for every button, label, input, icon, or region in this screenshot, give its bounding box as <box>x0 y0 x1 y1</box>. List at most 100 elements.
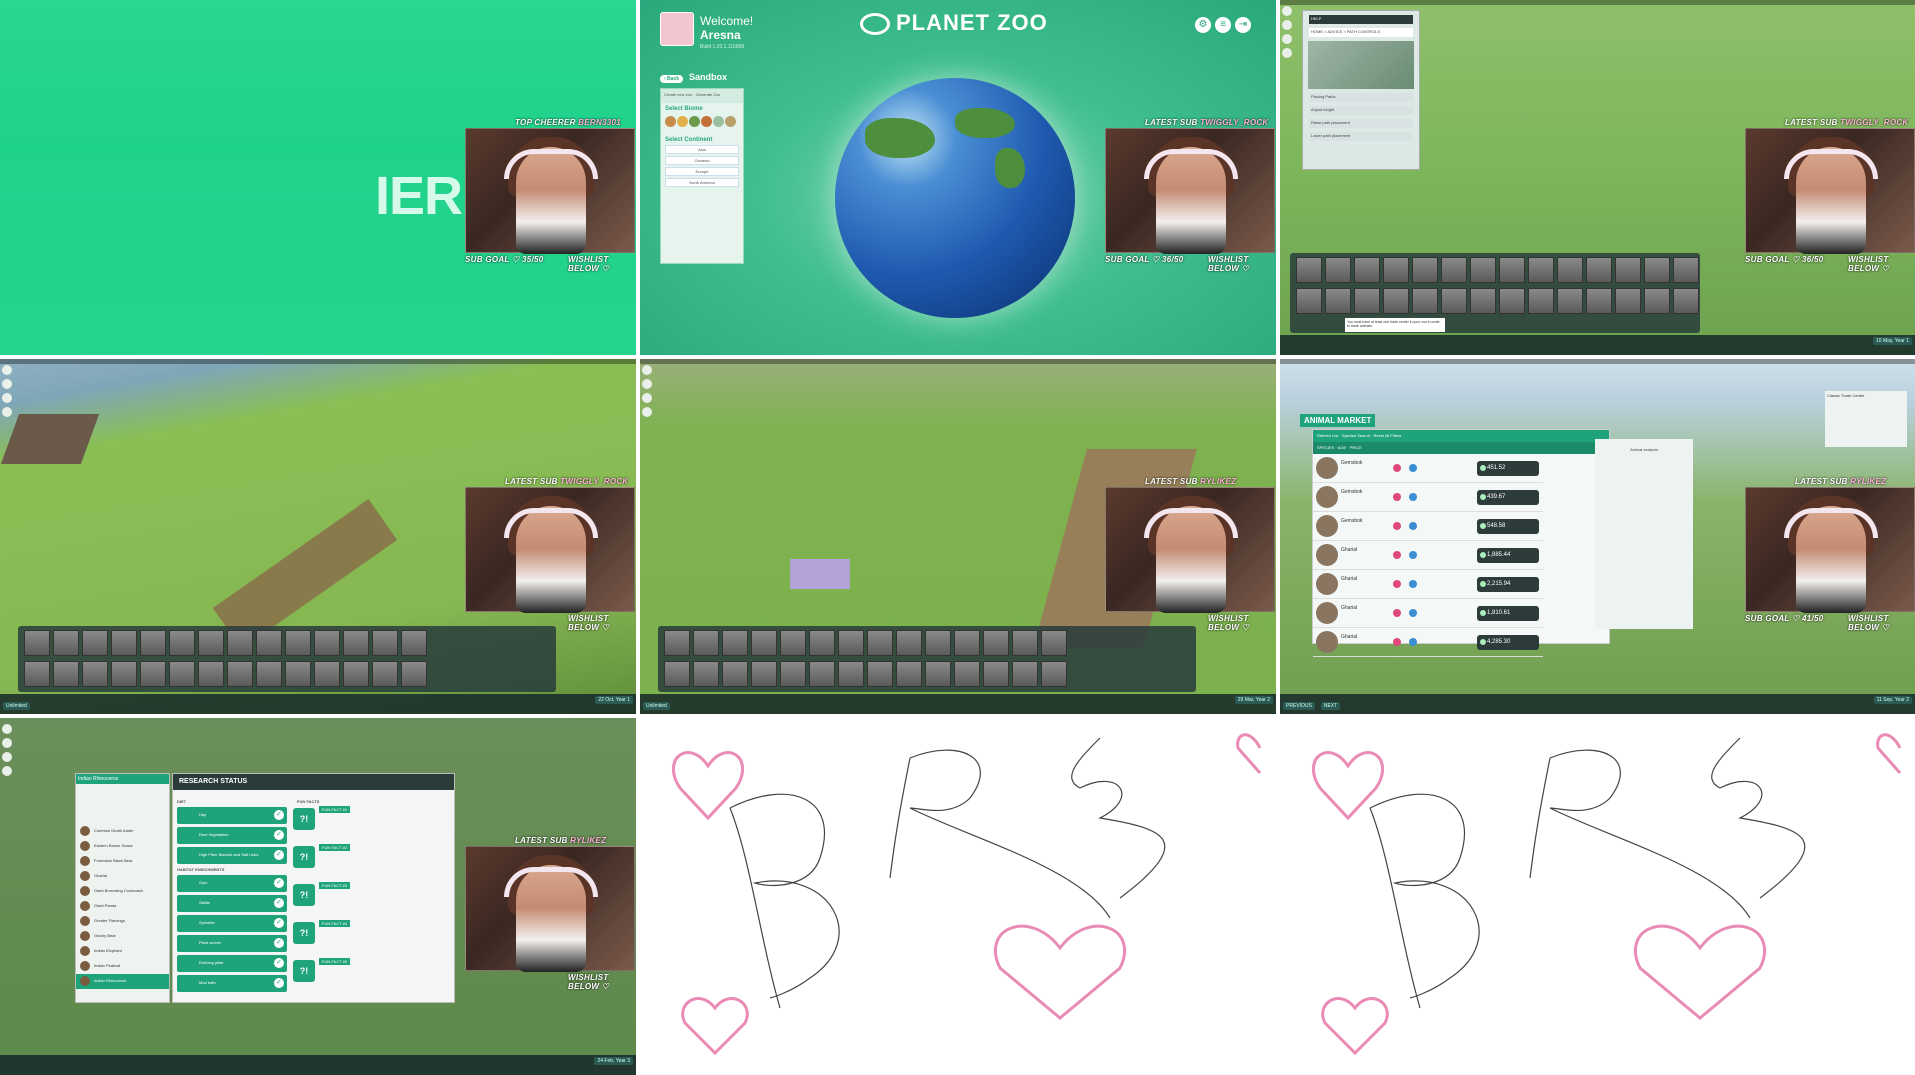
build-item-tile[interactable] <box>140 661 166 687</box>
species-list-item[interactable]: Grizzly Bear <box>76 929 169 944</box>
build-item-tile[interactable] <box>82 630 108 656</box>
exit-icon[interactable]: ⇥ <box>1235 17 1251 33</box>
enrichment-item[interactable]: Gym <box>177 875 287 892</box>
build-item-tile[interactable] <box>780 661 806 687</box>
build-item-tile[interactable] <box>1615 257 1641 283</box>
build-item-tile[interactable] <box>867 661 893 687</box>
species-list-item[interactable]: Indian Peafowl <box>76 959 169 974</box>
build-item-tile[interactable] <box>285 661 311 687</box>
build-item-tile[interactable] <box>198 661 224 687</box>
build-item-tile[interactable] <box>809 661 835 687</box>
build-item-tile[interactable] <box>1412 257 1438 283</box>
animal-price[interactable]: 451.52 <box>1477 461 1539 476</box>
animal-price[interactable]: 2,215.94 <box>1477 577 1539 592</box>
continent-option[interactable]: Oceania <box>665 156 739 165</box>
build-item-tile[interactable] <box>896 630 922 656</box>
build-item-tile[interactable] <box>1383 288 1409 314</box>
build-item-tile[interactable] <box>198 630 224 656</box>
diet-item[interactable]: Root Vegetables <box>177 827 287 844</box>
back-button[interactable]: ‹ Back <box>660 75 684 83</box>
bottom-toolbar[interactable]: PREVIOUS NEXT 11 Sep, Year 2 <box>1280 694 1915 714</box>
build-item-tile[interactable] <box>1673 257 1699 283</box>
build-item-tile[interactable] <box>722 661 748 687</box>
enrichment-item[interactable]: Mud bath <box>177 975 287 992</box>
build-item-tile[interactable] <box>111 661 137 687</box>
animal-row[interactable]: Gemsbok 451.52 <box>1313 454 1543 483</box>
build-item-tile[interactable] <box>751 661 777 687</box>
build-item-tile[interactable] <box>1041 630 1067 656</box>
diet-item[interactable]: High Fiber Biscuits and Salt Licks <box>177 847 287 864</box>
previous-button[interactable]: PREVIOUS <box>1283 702 1315 710</box>
gear-icon[interactable]: ⚙ <box>1195 17 1211 33</box>
build-item-tile[interactable] <box>751 630 777 656</box>
build-item-tile[interactable] <box>838 630 864 656</box>
build-item-tile[interactable] <box>1325 288 1351 314</box>
animal-price[interactable]: 439.67 <box>1477 490 1539 505</box>
build-item-tile[interactable] <box>24 661 50 687</box>
build-item-tile[interactable] <box>256 661 282 687</box>
build-item-tile[interactable] <box>314 630 340 656</box>
diet-item[interactable]: Hay <box>177 807 287 824</box>
build-item-tile[interactable] <box>693 661 719 687</box>
animal-row[interactable]: Gharial 2,215.94 <box>1313 570 1543 599</box>
market-tabs[interactable]: Refresh List · Species Search · Reset Al… <box>1313 430 1609 442</box>
build-item-tile[interactable] <box>401 661 427 687</box>
build-item-tile[interactable] <box>1499 257 1525 283</box>
sandbox-tabs[interactable]: Create new zoo · Generate Zoo <box>661 89 743 103</box>
build-item-tile[interactable] <box>809 630 835 656</box>
animal-price[interactable]: 1,885.44 <box>1477 548 1539 563</box>
build-item-tile[interactable] <box>285 630 311 656</box>
continent-option[interactable]: North America <box>665 178 739 187</box>
build-item-tile[interactable] <box>343 661 369 687</box>
continent-option[interactable]: Europe <box>665 167 739 176</box>
bottom-toolbar[interactable]: 10 May, Year 1 <box>1280 335 1915 355</box>
build-item-tile[interactable] <box>169 661 195 687</box>
build-item-tile[interactable] <box>1470 257 1496 283</box>
build-item-tile[interactable] <box>1615 288 1641 314</box>
build-item-tile[interactable] <box>169 630 195 656</box>
animal-row[interactable]: Gharial 1,810.61 <box>1313 599 1543 628</box>
help-row[interactable]: Adjust height <box>1309 106 1413 115</box>
build-item-tile[interactable] <box>227 630 253 656</box>
build-item-tile[interactable] <box>53 630 79 656</box>
build-item-tile[interactable] <box>780 630 806 656</box>
build-item-tile[interactable] <box>82 661 108 687</box>
species-list-item[interactable]: Indian Elephant <box>76 944 169 959</box>
biome-selector[interactable] <box>661 112 743 134</box>
help-row[interactable]: Lower path placement <box>1309 132 1413 141</box>
globe[interactable] <box>835 78 1075 318</box>
build-item-tile[interactable] <box>140 630 166 656</box>
build-item-tile[interactable] <box>1383 257 1409 283</box>
build-item-tile[interactable] <box>1441 257 1467 283</box>
species-list-item[interactable]: Giant Panda <box>76 899 169 914</box>
build-item-tile[interactable] <box>1012 661 1038 687</box>
build-item-tile[interactable] <box>372 630 398 656</box>
animal-price[interactable]: 1,810.61 <box>1477 606 1539 621</box>
build-item-tile[interactable] <box>867 630 893 656</box>
build-item-tile[interactable] <box>314 661 340 687</box>
build-item-tile[interactable] <box>954 630 980 656</box>
build-item-tile[interactable] <box>1441 288 1467 314</box>
build-item-tile[interactable] <box>925 630 951 656</box>
build-item-tile[interactable] <box>722 630 748 656</box>
animal-row[interactable]: Gemsbok 548.58 <box>1313 512 1543 541</box>
build-item-tile[interactable] <box>983 661 1009 687</box>
build-item-tile[interactable] <box>983 630 1009 656</box>
species-list-item[interactable]: Gharial <box>76 869 169 884</box>
build-item-tile[interactable] <box>896 661 922 687</box>
bottom-toolbar[interactable]: Unlimited 29 Mar, Year 2 <box>640 694 1276 714</box>
build-item-tile[interactable] <box>1296 288 1322 314</box>
build-item-tile[interactable] <box>1644 257 1670 283</box>
animal-row[interactable]: Gharial 4,285.30 <box>1313 628 1543 657</box>
build-item-tile[interactable] <box>1528 257 1554 283</box>
build-item-tile[interactable] <box>24 630 50 656</box>
build-item-tile[interactable] <box>53 661 79 687</box>
build-item-tile[interactable] <box>372 661 398 687</box>
build-item-tile[interactable] <box>1041 661 1067 687</box>
build-item-tile[interactable] <box>925 661 951 687</box>
continent-option[interactable]: Asia <box>665 145 739 154</box>
species-list-item[interactable]: Eastern Brown Snake <box>76 839 169 854</box>
build-item-tile[interactable] <box>401 630 427 656</box>
build-item-tile[interactable] <box>954 661 980 687</box>
build-palette[interactable] <box>18 626 556 692</box>
